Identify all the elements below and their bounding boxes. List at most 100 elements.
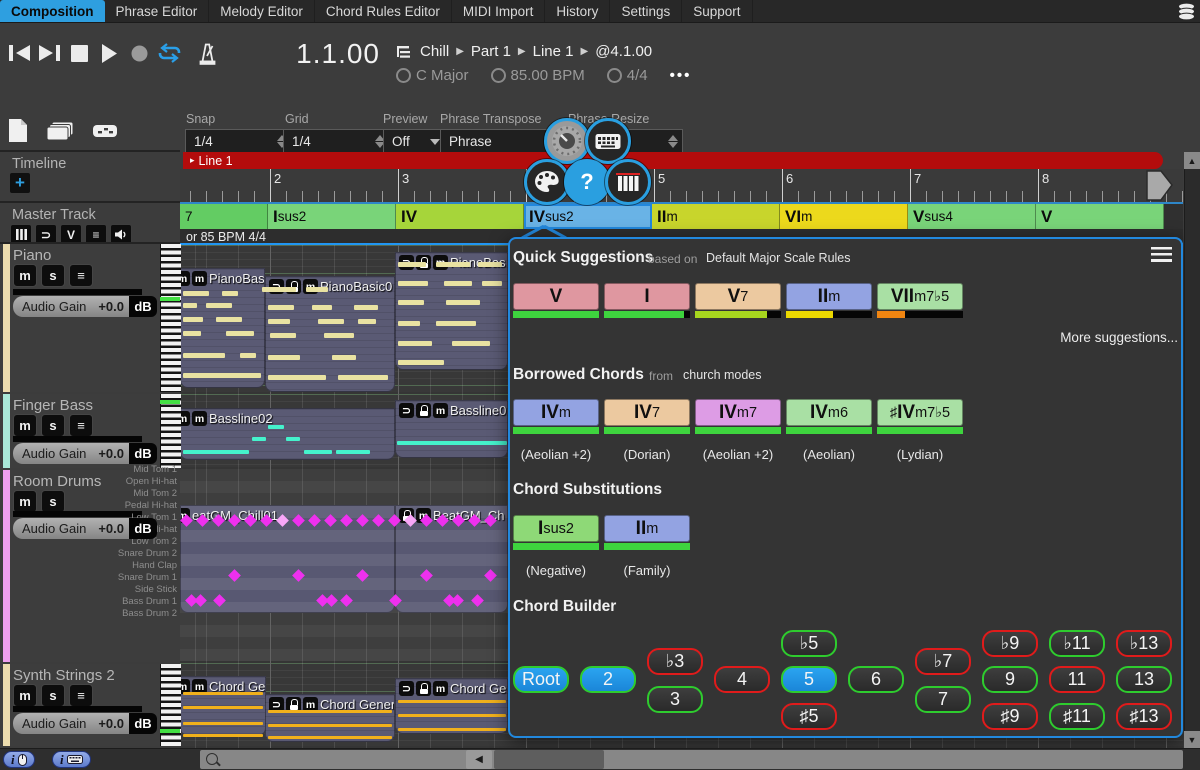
mute-icon[interactable]: m (180, 411, 190, 426)
piano-keys-strip[interactable] (160, 394, 181, 468)
mute-button[interactable]: m (13, 264, 37, 287)
open-project-icon[interactable] (46, 118, 74, 143)
master-chord-V[interactable]: V (1036, 204, 1164, 229)
loop-icon[interactable]: ⊃ (399, 681, 414, 696)
gain-slider[interactable] (13, 289, 142, 295)
master-chord-IV[interactable]: IV (396, 204, 524, 229)
scroll-up-button[interactable]: ▲ (1184, 152, 1200, 169)
track-header-piano[interactable]: Pianoms≡Audio Gain+0.0dB (0, 244, 180, 392)
horizontal-scroll-thumb[interactable] (494, 750, 604, 769)
tab-phrase-editor[interactable]: Phrase Editor (105, 0, 210, 22)
more-options-button[interactable]: ••• (670, 67, 692, 84)
key-signature[interactable]: C Major (396, 67, 469, 84)
master-chord-Vsus4[interactable]: Vsus4 (908, 204, 1036, 229)
skip-end-button[interactable] (36, 40, 62, 66)
builder-b11[interactable]: ♭11 (1049, 630, 1105, 657)
master-chord-VIm[interactable]: VIm (780, 204, 908, 229)
clip-chord-ge[interactable]: ⊃mChord Ge (395, 678, 508, 734)
chord-suggestion-isus2[interactable]: Isus2 (513, 515, 599, 542)
borrowed-chords-source[interactable]: church modes (683, 368, 762, 382)
vertical-scrollbar[interactable] (1184, 152, 1200, 748)
track-header-finger-bass[interactable]: Finger Bassms≡Audio Gain+0.0dB (0, 394, 180, 468)
arrangement-tree-icon[interactable] (396, 45, 412, 59)
mute-icon[interactable]: m (192, 411, 207, 426)
preview-select[interactable]: Off (383, 129, 447, 154)
chord-suggestion-i[interactable]: I (604, 283, 690, 310)
list-button[interactable]: ≡ (69, 264, 93, 287)
loop-icon[interactable]: ⊃ (399, 403, 414, 418)
add-timeline-button[interactable]: + (10, 173, 30, 193)
chord-suggestion-iim[interactable]: IIm (786, 283, 872, 310)
builder-b5[interactable]: ♭5 (781, 630, 837, 657)
time-signature[interactable]: 4/4 (607, 67, 648, 84)
clip-pianobas[interactable]: ⊃mPianoBas (395, 252, 508, 370)
gain-slider[interactable] (13, 436, 142, 442)
mute-icon[interactable]: m (180, 271, 190, 286)
chord-suggestion-viim7♭5[interactable]: VIIm7♭5 (877, 283, 963, 310)
chord-suggestion-ivm7[interactable]: IVm7 (695, 399, 781, 426)
audio-gain-control[interactable]: Audio Gain+0.0 (13, 443, 129, 464)
grid-select[interactable]: 1/4 (283, 129, 390, 154)
loop-end-marker[interactable] (1146, 170, 1174, 201)
audio-gain-control[interactable]: Audio Gain+0.0 (13, 518, 129, 539)
chord-suggestion-iim[interactable]: IIm (604, 515, 690, 542)
mute-button[interactable]: m (13, 414, 37, 437)
more-suggestions-link[interactable]: More suggestions... (903, 330, 1178, 345)
piano-tool-button[interactable] (605, 159, 651, 205)
builder-b3[interactable]: ♭3 (647, 648, 703, 675)
clip-pianobasic0[interactable]: mmPianoBasic0 (180, 268, 265, 388)
chord-suggestion-♯ivm7♭5[interactable]: ♯IVm7♭5 (877, 399, 963, 426)
builder-b7[interactable]: ♭7 (915, 648, 971, 675)
gain-slider[interactable] (13, 511, 142, 517)
stop-button[interactable] (66, 40, 92, 66)
master-chord-IIm[interactable]: IIm (652, 204, 780, 229)
piano-keys-strip[interactable] (160, 244, 181, 392)
tab-composition[interactable]: Composition (0, 0, 105, 22)
track-header-synth-strings-2[interactable]: Synth Strings 2ms≡Audio Gain+0.0dB (0, 664, 180, 746)
line-header-bar[interactable]: ▸Line 1 (183, 152, 1163, 169)
chord-suggestion-ivm[interactable]: IVm (513, 399, 599, 426)
scroll-left-button[interactable]: ◀ (466, 750, 492, 769)
breadcrumb-item[interactable]: Chill (420, 43, 449, 60)
breadcrumb-item[interactable]: @4.1.00 (595, 43, 652, 60)
builder-2[interactable]: 2 (580, 666, 636, 693)
search-input[interactable]: ◀ (200, 750, 1183, 769)
builder-s11[interactable]: ♯11 (1049, 703, 1105, 730)
audio-gain-control[interactable]: Audio Gain+0.0 (13, 296, 129, 317)
audio-gain-control[interactable]: Audio Gain+0.0 (13, 713, 129, 734)
builder-s5[interactable]: ♯5 (781, 703, 837, 730)
builder-7[interactable]: 7 (915, 686, 971, 713)
builder-b9[interactable]: ♭9 (982, 630, 1038, 657)
chord-suggestion-iv7[interactable]: IV7 (604, 399, 690, 426)
lock-icon[interactable] (416, 681, 431, 696)
builder-3[interactable]: 3 (647, 686, 703, 713)
keyboard-help-toggle[interactable]: i (52, 751, 91, 768)
tab-melody-editor[interactable]: Melody Editor (209, 0, 315, 22)
piano-keys-strip[interactable] (160, 664, 181, 746)
new-file-icon[interactable] (8, 118, 28, 143)
snap-select[interactable]: 1/4 (185, 129, 292, 154)
mute-button[interactable]: m (13, 490, 37, 513)
metronome-icon[interactable] (194, 40, 220, 66)
builder-6[interactable]: 6 (848, 666, 904, 693)
layers-icon[interactable] (1176, 2, 1197, 21)
clip-chord-gener[interactable]: ⊃mChord Gener (265, 694, 395, 742)
breadcrumb[interactable]: Chill▶Part 1▶Line 1▶@4.1.00 (420, 43, 652, 60)
builder-s13[interactable]: ♯13 (1116, 703, 1172, 730)
chord-suggestion-ivm6[interactable]: IVm6 (786, 399, 872, 426)
solo-button[interactable]: s (41, 490, 65, 513)
solo-button[interactable]: s (41, 264, 65, 287)
timeline-ruler[interactable]: 2345678 (180, 169, 1183, 202)
builder-4[interactable]: 4 (714, 666, 770, 693)
panel-menu-icon[interactable] (1151, 247, 1172, 262)
skip-start-button[interactable] (6, 40, 32, 66)
builder-s9[interactable]: ♯9 (982, 703, 1038, 730)
mouse-help-toggle[interactable]: i (3, 751, 35, 768)
builder-5[interactable]: 5 (781, 666, 837, 693)
master-chord-7[interactable]: 7 (180, 204, 268, 229)
track-header-room-drums[interactable]: Room DrumsmsAudio Gain+0.0dBMid Tom 1Ope… (0, 470, 180, 662)
breadcrumb-item[interactable]: Line 1 (533, 43, 574, 60)
tab-settings[interactable]: Settings (610, 0, 682, 22)
mute-icon[interactable]: m (433, 403, 448, 418)
tab-support[interactable]: Support (682, 0, 752, 22)
